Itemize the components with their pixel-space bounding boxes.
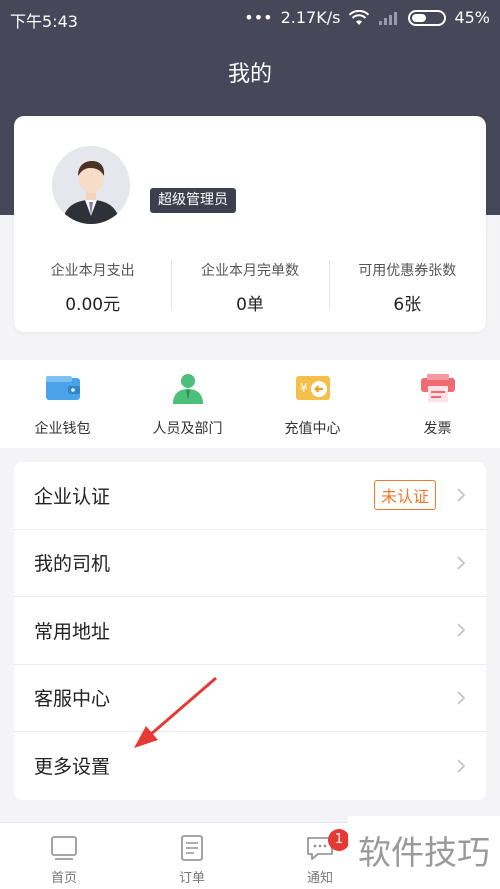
stat-label: 企业本月支出 xyxy=(50,263,135,279)
svg-text:¥: ¥ xyxy=(300,381,308,395)
stat-label: 企业本月完单数 xyxy=(200,263,299,279)
menu-item-more-settings[interactable]: 更多设置 xyxy=(14,732,486,800)
menu-item-label: 更多设置 xyxy=(34,756,111,779)
stat-value: 0.00元 xyxy=(65,295,121,315)
signal-icon xyxy=(379,11,398,25)
shortcut-label: 人员及部门 xyxy=(152,421,223,437)
chevron-right-icon xyxy=(457,623,466,637)
shortcut-label: 企业钱包 xyxy=(34,421,91,437)
menu-item-my-drivers[interactable]: 我的司机 xyxy=(14,530,486,597)
shortcut-staff[interactable]: 人员及部门 xyxy=(125,360,250,448)
battery-level: 45% xyxy=(454,8,490,27)
menu-item-customer-service[interactable]: 客服中心 xyxy=(14,665,486,732)
shortcut-wallet[interactable]: 企业钱包 xyxy=(0,360,125,448)
stat-label: 可用优惠券张数 xyxy=(358,263,457,279)
chevron-right-icon xyxy=(457,556,466,570)
shortcut-recharge[interactable]: ¥ 充值中心 xyxy=(250,360,375,448)
shortcut-label: 充值中心 xyxy=(284,421,341,437)
tab-home[interactable]: 首页 xyxy=(0,823,128,889)
stat-value: 0单 xyxy=(236,295,264,315)
avatar[interactable] xyxy=(52,146,130,224)
menu-item-label: 我的司机 xyxy=(34,553,111,576)
network-speed: 2.17K/s xyxy=(280,8,341,27)
stat-coupons[interactable]: 可用优惠券张数 6张 xyxy=(328,258,486,315)
stat-monthly-spend[interactable]: 企业本月支出 0.00元 xyxy=(14,258,171,315)
shortcut-label: 发票 xyxy=(423,421,452,437)
chevron-right-icon xyxy=(457,759,466,773)
chevron-right-icon xyxy=(457,691,466,705)
wifi-icon xyxy=(349,9,370,25)
menu-item-label: 客服中心 xyxy=(34,688,111,711)
wallet-icon xyxy=(45,376,80,400)
recharge-icon: ¥ xyxy=(295,376,330,400)
stat-monthly-orders[interactable]: 企业本月完单数 0单 xyxy=(171,258,328,315)
status-indicators: ••• 2.17K/s 45% xyxy=(244,8,490,27)
profile-card: 超级管理员 企业本月支出 0.00元 企业本月完单数 0单 可用优惠券张数 6张 xyxy=(14,116,486,332)
settings-menu: 企业认证 未认证 我的司机 常用地址 客服中心 更多设置 xyxy=(14,462,486,800)
stat-value: 6张 xyxy=(393,295,422,315)
shortcut-grid: 企业钱包 人员及部门 ¥ 充值中心 发票 xyxy=(0,360,500,448)
person-icon xyxy=(172,374,203,404)
menu-item-label: 常用地址 xyxy=(34,620,111,643)
order-icon xyxy=(181,835,203,861)
shortcut-invoice[interactable]: 发票 xyxy=(375,360,500,448)
status-time: 下午5:43 xyxy=(10,12,78,31)
verification-status-badge: 未认证 xyxy=(373,480,436,511)
invoice-icon xyxy=(420,374,455,402)
chevron-right-icon xyxy=(457,488,466,502)
avatar-image xyxy=(52,146,130,224)
notification-count-badge: 1 xyxy=(328,829,350,851)
stats-row: 企业本月支出 0.00元 企业本月完单数 0单 可用优惠券张数 6张 xyxy=(14,258,486,315)
tab-label: 订单 xyxy=(178,871,205,886)
home-icon xyxy=(51,836,77,860)
page-title: 我的 xyxy=(227,62,272,87)
status-bar: 下午5:43 ••• 2.17K/s 45% xyxy=(0,0,500,36)
watermark: 软件技巧 xyxy=(348,816,500,889)
menu-item-addresses[interactable]: 常用地址 xyxy=(14,597,486,665)
role-badge: 超级管理员 xyxy=(150,188,236,213)
tab-label: 首页 xyxy=(50,871,77,886)
status-dots: ••• xyxy=(244,8,273,27)
battery-icon xyxy=(408,9,447,26)
menu-item-label: 企业认证 xyxy=(34,485,111,508)
menu-item-enterprise-verification[interactable]: 企业认证 未认证 xyxy=(14,462,486,530)
tab-orders[interactable]: 订单 xyxy=(128,823,256,889)
tab-label: 通知 xyxy=(306,871,333,886)
